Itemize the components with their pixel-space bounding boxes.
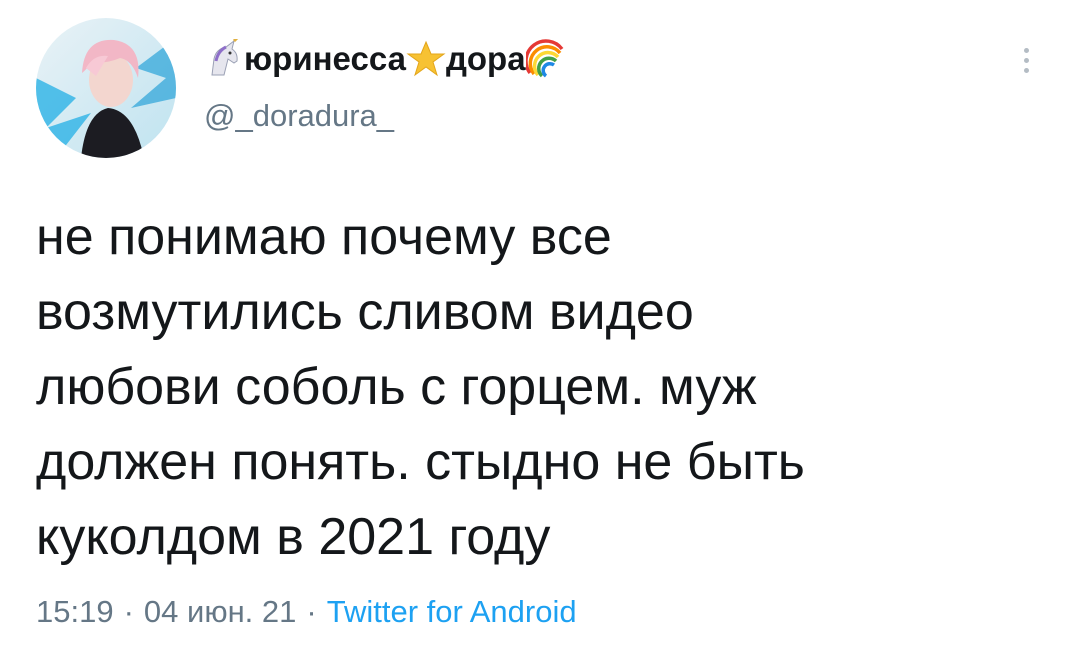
tweet-date[interactable]: 04 июн. 21 <box>144 594 297 630</box>
star-icon <box>406 39 446 79</box>
tweet-time[interactable]: 15:19 <box>36 594 114 630</box>
rainbow-icon <box>525 39 566 79</box>
more-dot-icon <box>1023 57 1029 63</box>
unicorn-icon <box>204 39 244 79</box>
meta-separator: · <box>123 594 134 629</box>
tweet-text: не понимаю почему все возмутились сливом… <box>36 208 805 566</box>
user-handle[interactable]: @_doradura_ <box>204 98 394 134</box>
avatar[interactable] <box>36 18 176 158</box>
more-dot-icon <box>1023 67 1029 73</box>
tweet-source-link[interactable]: Twitter for Android <box>327 594 577 630</box>
more-options-button[interactable] <box>1008 40 1044 80</box>
display-name[interactable]: юринесса дора <box>204 36 566 82</box>
avatar-image <box>36 18 176 158</box>
tweet-card: юринесса дора @_doradura_ не понимаю поч… <box>0 0 1080 660</box>
meta-separator: · <box>306 594 317 629</box>
display-name-part-2: дора <box>445 40 526 77</box>
tweet-meta: 15:19 · 04 июн. 21 · Twitter for Android <box>36 594 577 630</box>
display-name-part-1: юринесса <box>244 40 406 77</box>
more-dot-icon <box>1023 47 1029 53</box>
